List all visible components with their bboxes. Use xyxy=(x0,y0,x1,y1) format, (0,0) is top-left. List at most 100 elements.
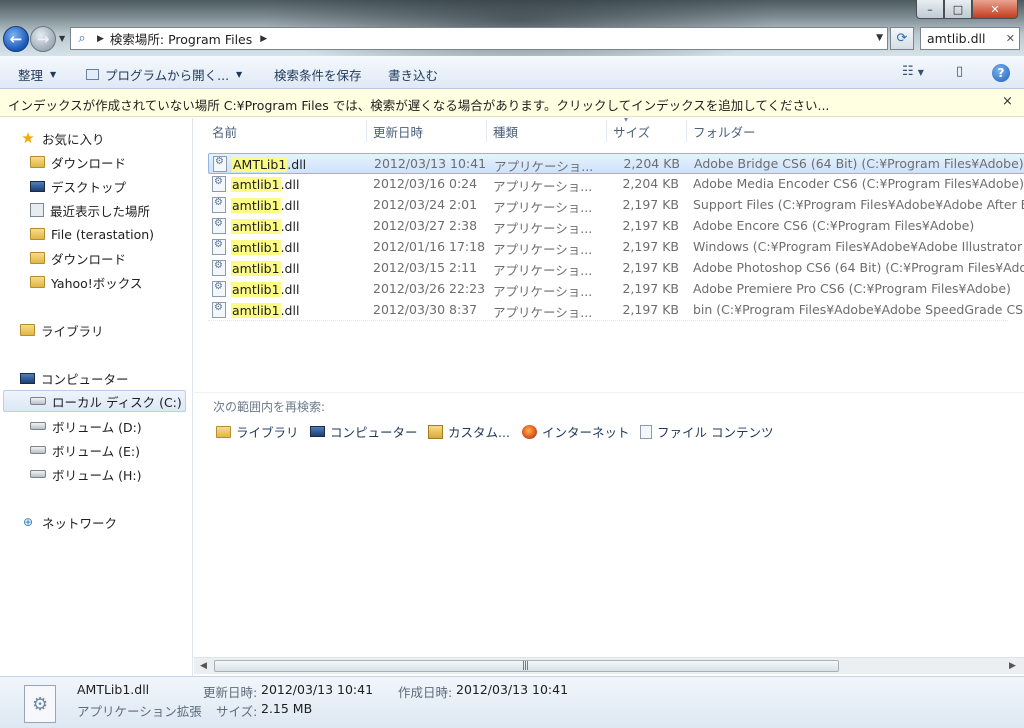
nav-drive-e[interactable]: ボリューム (E:) xyxy=(30,439,140,461)
nav-item-recent-places[interactable]: 最近表示した場所 xyxy=(30,199,150,221)
type-cell: アプリケーショ... xyxy=(493,284,593,299)
file-name-cell[interactable]: AMTLib1.dll xyxy=(213,156,306,172)
nav-label: Yahoo!ボックス xyxy=(51,275,143,291)
change-view-button[interactable]: ☷ ▼ xyxy=(902,64,924,79)
address-path[interactable]: 検索場所: Program Files xyxy=(110,29,252,48)
search-input[interactable]: amtlib.dll ✕ xyxy=(920,27,1020,50)
nav-label: ライブラリ xyxy=(41,323,104,339)
search-again-computer[interactable]: コンピューター xyxy=(310,422,418,441)
file-name-cell[interactable]: amtlib1.dll xyxy=(212,197,299,213)
arrow-right-icon: → xyxy=(36,30,50,48)
breadcrumb-separator-icon[interactable]: ▶ xyxy=(260,34,267,44)
nav-item-yahoo-box[interactable]: Yahoo!ボックス xyxy=(30,271,142,293)
help-button[interactable]: ? xyxy=(992,64,1010,82)
forward-button[interactable]: → xyxy=(30,26,56,52)
search-match-highlight: AMTLib1 xyxy=(232,156,288,172)
close-button[interactable]: ✕ xyxy=(972,0,1018,19)
nav-favorites[interactable]: ★ お気に入り xyxy=(20,127,104,149)
search-match-highlight: amtlib1 xyxy=(231,218,281,234)
search-again-item-label: ライブラリ xyxy=(236,425,299,440)
search-match-highlight: amtlib1 xyxy=(231,281,281,297)
folder-cell: Adobe Photoshop CS6 (64 Bit) (C:¥Program… xyxy=(693,260,1024,275)
nav-item-downloads[interactable]: ダウンロード xyxy=(30,151,126,173)
scroll-left-icon[interactable]: ◀ xyxy=(200,661,207,671)
burn-button[interactable]: 書き込む xyxy=(388,65,438,84)
size-cell: 2,197 KB xyxy=(622,197,679,212)
column-header-name[interactable]: 名前 xyxy=(212,122,237,141)
nav-label: ローカル ディスク (C:) xyxy=(52,394,182,410)
column-divider[interactable] xyxy=(486,120,487,142)
organize-button[interactable]: 整理 ▼ xyxy=(18,65,56,84)
organize-label: 整理 xyxy=(18,68,44,83)
recent-pages-dropdown[interactable]: ▼ xyxy=(59,34,65,43)
nav-item-terastation[interactable]: File (terastation) xyxy=(30,223,154,245)
nav-item-downloads-2[interactable]: ダウンロード xyxy=(30,247,126,269)
search-again-custom[interactable]: カスタム... xyxy=(428,422,510,441)
command-bar: 整理 ▼ プログラムから開く... ▼ 検索条件を保存 書き込む ☷ ▼ ▯ xyxy=(0,56,1024,89)
table-row[interactable]: amtlib1.dll 2012/03/26 22:23 アプリケーショ... 2,1… xyxy=(208,279,1024,300)
index-info-bar[interactable]: インデックスが作成されていない場所 C:¥Program Files では、検索… xyxy=(0,89,1024,117)
table-row[interactable]: amtlib1.dll 2012/03/16 0:24 アプリケーショ... 2,20… xyxy=(208,174,1024,195)
custom-folder-icon xyxy=(428,424,443,439)
search-again-file-contents[interactable]: ファイル コンテンツ xyxy=(640,422,773,441)
folder-cell: Adobe Media Encoder CS6 (C:¥Program File… xyxy=(693,176,1024,191)
file-name-cell[interactable]: amtlib1.dll xyxy=(212,302,299,318)
nav-item-desktop[interactable]: デスクトップ xyxy=(30,175,126,197)
file-name-cell[interactable]: amtlib1.dll xyxy=(212,281,299,297)
nav-drive-d[interactable]: ボリューム (D:) xyxy=(30,415,142,437)
table-row[interactable]: amtlib1.dll 2012/03/15 2:11 アプリケーショ... 2,19… xyxy=(208,258,1024,279)
nav-drive-h[interactable]: ボリューム (H:) xyxy=(30,463,141,485)
nav-drive-c[interactable]: ローカル ディスク (C:) xyxy=(3,390,186,412)
column-divider[interactable] xyxy=(366,120,367,142)
minimize-button[interactable]: – xyxy=(916,0,944,19)
refresh-button[interactable]: ⟳ xyxy=(890,27,914,50)
modified-cell: 2012/03/30 8:37 xyxy=(373,302,478,317)
file-name-cell[interactable]: amtlib1.dll xyxy=(212,218,299,234)
table-row[interactable]: amtlib1.dll 2012/01/16 17:18 アプリケーショ... 2,1… xyxy=(208,237,1024,258)
drive-icon xyxy=(30,446,46,454)
dll-file-icon xyxy=(212,239,226,255)
column-header-type[interactable]: 種類 xyxy=(493,122,518,141)
star-icon: ★ xyxy=(21,129,35,147)
file-name-cell[interactable]: amtlib1.dll xyxy=(212,239,299,255)
search-again-divider xyxy=(194,392,1024,393)
window-controls: – □ ✕ xyxy=(916,0,1018,20)
file-name-cell[interactable]: amtlib1.dll xyxy=(212,260,299,276)
drive-icon xyxy=(30,470,46,478)
column-header-size[interactable]: サイズ xyxy=(613,122,650,141)
column-header-modified[interactable]: 更新日時 xyxy=(373,122,423,141)
nav-computer[interactable]: コンピューター xyxy=(20,367,129,389)
nav-label: コンピューター xyxy=(41,371,129,387)
scroll-right-icon[interactable]: ▶ xyxy=(1009,661,1016,671)
address-bar[interactable]: ⌕ ▶ 検索場所: Program Files ▶ ▼ xyxy=(70,27,888,50)
preview-pane-button[interactable]: ▯ xyxy=(956,64,963,79)
scrollbar-thumb[interactable]: ||| xyxy=(214,660,839,672)
dll-file-icon xyxy=(212,302,226,318)
document-search-icon xyxy=(640,424,652,439)
search-again-libraries[interactable]: ライブラリ xyxy=(216,422,299,441)
table-row[interactable]: AMTLib1.dll 2012/03/13 10:41 アプリケーショ... 2,2… xyxy=(208,153,1024,174)
close-infobar-icon[interactable]: × xyxy=(1002,94,1013,109)
maximize-button[interactable]: □ xyxy=(944,0,972,19)
column-header-folder[interactable]: フォルダー xyxy=(693,122,756,141)
column-divider[interactable] xyxy=(686,120,687,142)
type-cell: アプリケーショ... xyxy=(493,263,593,278)
table-row[interactable]: amtlib1.dll 2012/03/27 2:38 アプリケーショ... 2,19… xyxy=(208,216,1024,237)
table-row[interactable]: amtlib1.dll 2012/03/24 2:01 アプリケーショ... 2,19… xyxy=(208,195,1024,216)
modified-cell: 2012/03/15 2:11 xyxy=(373,260,478,275)
breadcrumb-separator-icon[interactable]: ▶ xyxy=(97,34,104,44)
address-history-dropdown[interactable]: ▼ xyxy=(876,33,883,43)
horizontal-scrollbar[interactable]: ◀ ||| ▶ xyxy=(194,657,1024,674)
nav-libraries[interactable]: ライブラリ xyxy=(20,319,104,341)
search-again-internet[interactable]: インターネット xyxy=(522,422,630,441)
table-row[interactable]: amtlib1.dll 2012/03/30 8:37 アプリケーショ... 2,19… xyxy=(208,300,1024,321)
nav-network[interactable]: ⊕ ネットワーク xyxy=(20,511,117,533)
column-divider[interactable] xyxy=(606,120,607,142)
file-name-cell[interactable]: amtlib1.dll xyxy=(212,176,299,192)
clear-search-icon[interactable]: ✕ xyxy=(1006,32,1015,45)
open-with-button[interactable]: プログラムから開く... ▼ xyxy=(86,65,242,84)
back-button[interactable]: ← xyxy=(3,26,29,52)
info-message[interactable]: インデックスが作成されていない場所 C:¥Program Files では、検索… xyxy=(8,95,829,114)
dll-file-icon xyxy=(24,685,56,723)
save-search-button[interactable]: 検索条件を保存 xyxy=(274,65,362,84)
